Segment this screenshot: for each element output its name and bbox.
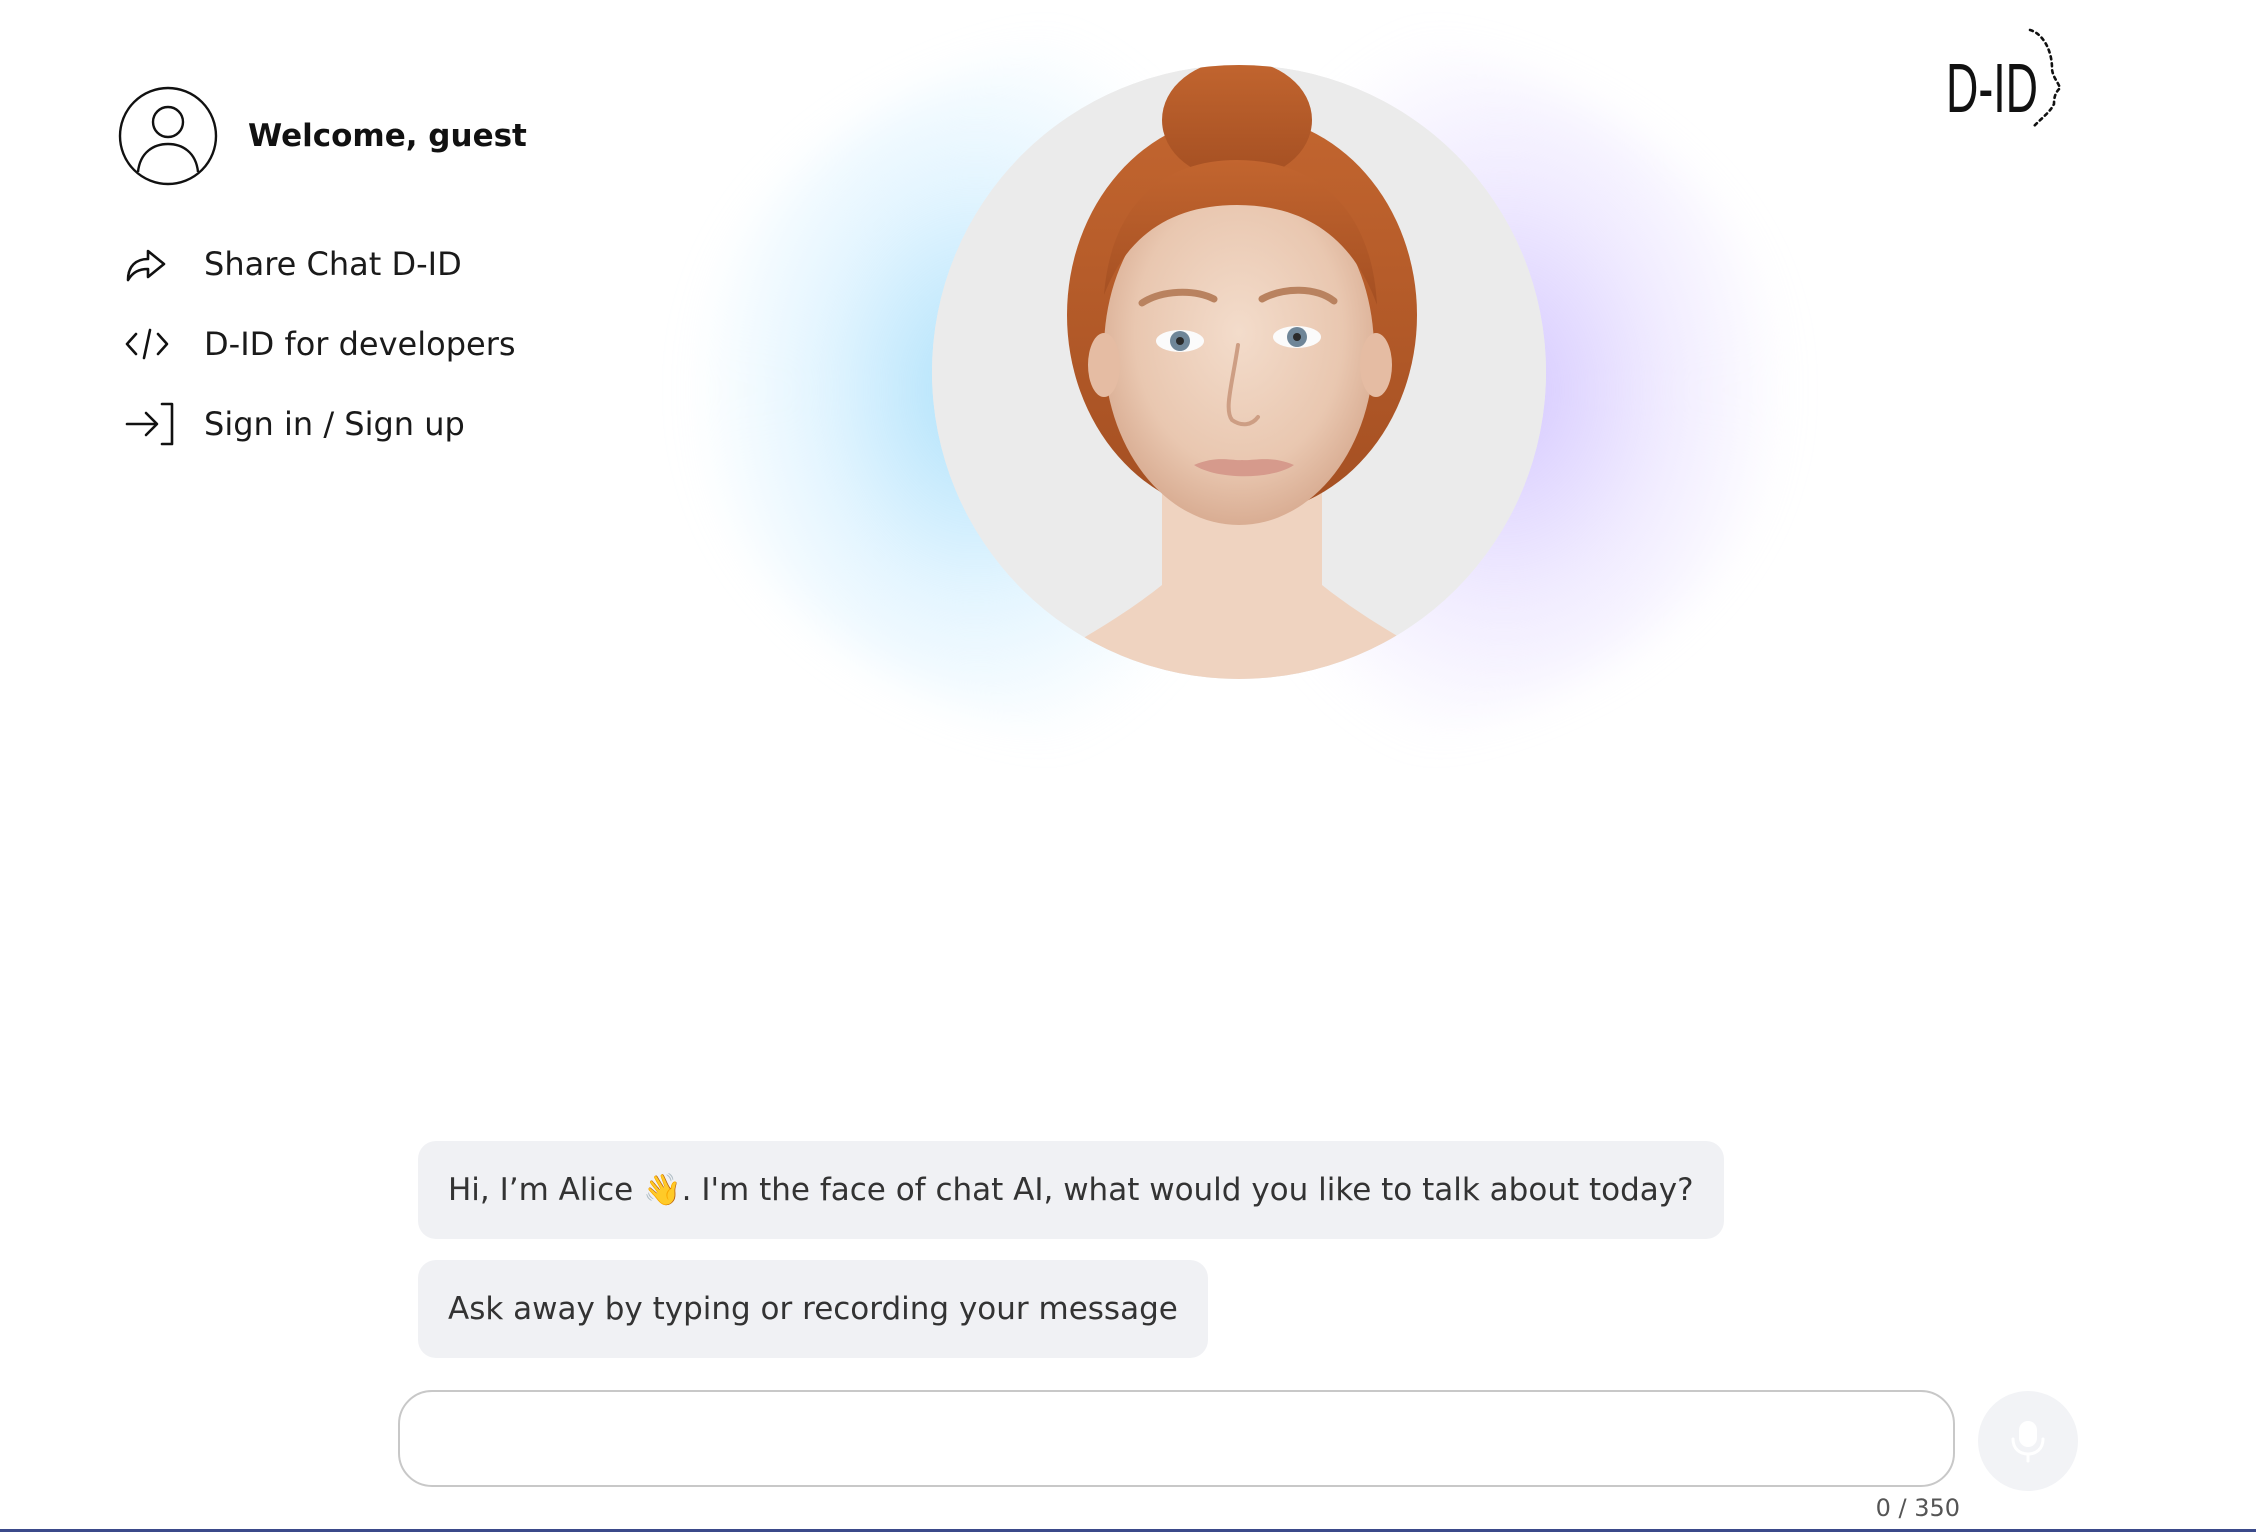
sidebar-item-share[interactable]: Share Chat D-ID (118, 224, 527, 304)
sidebar-item-sign-in[interactable]: Sign in / Sign up (118, 384, 527, 464)
code-icon (124, 316, 180, 372)
char-counter: 0 / 350 (1875, 1494, 1960, 1522)
logo-text: D-ID (1946, 49, 2038, 127)
microphone-icon (2011, 1421, 2045, 1463)
sidebar-item-developers[interactable]: D-ID for developers (118, 304, 527, 384)
record-button[interactable] (1978, 1391, 2078, 1491)
chat-message-input[interactable] (398, 1390, 1955, 1487)
welcome-text: Welcome, guest (248, 118, 527, 154)
chat-messages: Hi, I’m Alice 👋. I'm the face of chat AI… (418, 1141, 1724, 1358)
share-arrow-icon (124, 236, 180, 292)
message-row: Ask away by typing or recording your mes… (418, 1260, 1724, 1358)
assistant-message: Hi, I’m Alice 👋. I'm the face of chat AI… (418, 1141, 1724, 1239)
avatar-portrait (932, 65, 1546, 679)
sidebar-item-label: D-ID for developers (204, 325, 516, 363)
sidebar: Welcome, guest Share Chat D-ID D-ID for … (118, 86, 527, 464)
message-row: Hi, I’m Alice 👋. I'm the face of chat AI… (418, 1141, 1724, 1239)
user-circle-icon (118, 86, 218, 186)
chat-page: Welcome, guest Share Chat D-ID D-ID for … (0, 0, 2256, 1532)
sign-in-icon (124, 396, 180, 452)
sidebar-item-label: Share Chat D-ID (204, 245, 462, 283)
d-id-logo[interactable]: D-ID (1940, 24, 2070, 134)
assistant-message: Ask away by typing or recording your mes… (418, 1260, 1208, 1358)
user-profile: Welcome, guest (118, 86, 527, 186)
sidebar-item-label: Sign in / Sign up (204, 405, 465, 443)
sidebar-nav: Share Chat D-ID D-ID for developers Sign… (118, 224, 527, 464)
